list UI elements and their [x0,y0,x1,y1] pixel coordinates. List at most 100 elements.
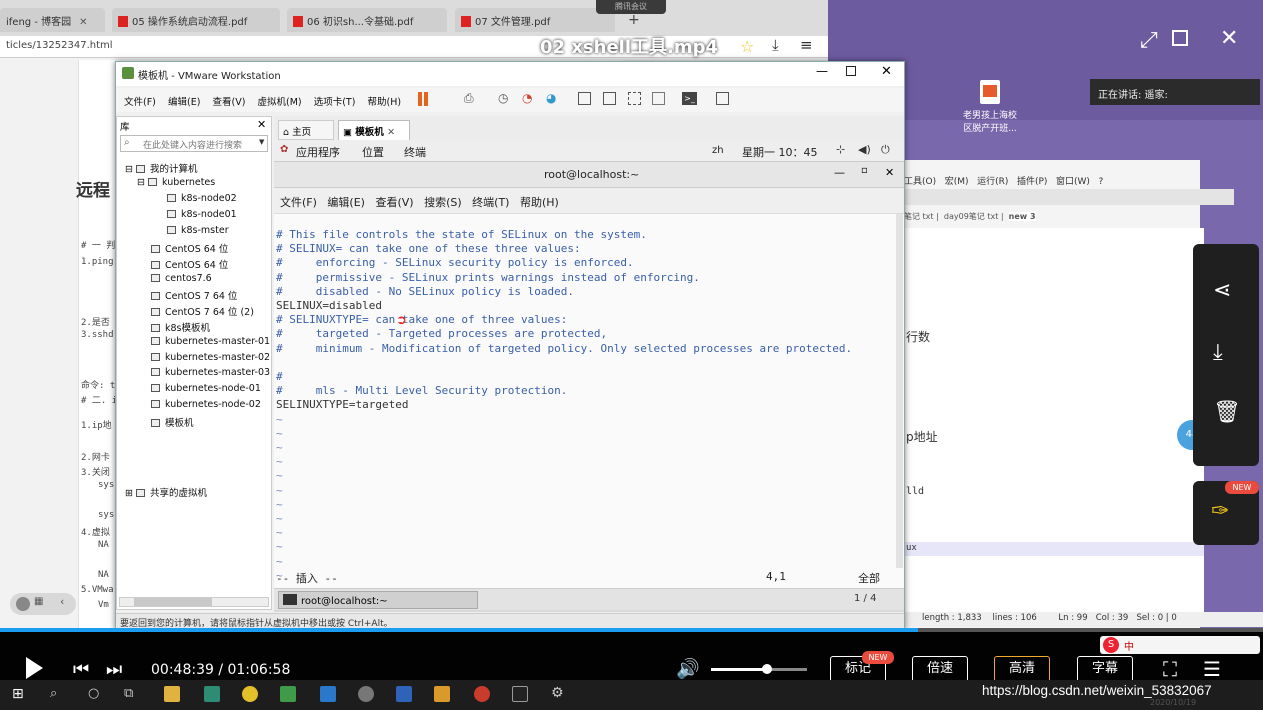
grid-icon[interactable]: ▦ [34,596,43,607]
tree-vm-item[interactable]: kubernetes-node-01 [151,383,261,394]
menu-edit[interactable]: 编辑(E) [168,97,200,108]
pause-icon[interactable] [418,92,422,106]
tree-vm-item[interactable]: k8s-mster [167,225,229,236]
folder-icon[interactable] [434,686,450,702]
editor-tab[interactable]: 笔记 txt [904,212,934,221]
taskbar-item[interactable]: root@localhost:~ [278,591,478,609]
menu-search[interactable]: 搜索(S) [424,196,462,209]
app-icon[interactable] [474,686,490,702]
minimize-icon[interactable]: — [816,64,828,78]
menu-tabs[interactable]: 选项卡(T) [314,97,356,108]
menu-vm[interactable]: 虚拟机(M) [258,97,302,108]
pin-icon[interactable]: ✑ [1211,499,1229,524]
places-menu[interactable]: 位置 [362,144,384,160]
unity-icon[interactable] [652,92,665,105]
task-view-icon[interactable]: ⧉ [124,686,133,701]
snapshot-icon[interactable]: ◷ [498,91,508,105]
minimize-icon[interactable]: — [834,166,845,179]
close-icon[interactable]: ✕ [257,118,266,131]
tree-group[interactable]: ⊟ kubernetes [137,177,215,188]
close-icon[interactable]: ✕ [387,127,395,138]
app-icon[interactable] [358,686,374,702]
tree-vm-item[interactable]: k8s模板机 [151,320,210,334]
chevron-left-icon[interactable]: ‹ [60,595,64,608]
notepad-icon[interactable] [280,686,296,702]
menu-item[interactable]: ? [1099,177,1104,187]
browser-tab[interactable]: ifeng - 博客园 ✕ [0,8,105,32]
terminal-scrollbar[interactable] [896,214,903,568]
download-icon[interactable]: ⤓ [1213,340,1223,365]
app-icon[interactable] [396,686,412,702]
tree-vm-item[interactable]: CentOS 64 位 [151,257,228,271]
send-keys-icon[interactable]: ⎙ [464,91,474,106]
workspace-pager[interactable]: 1 / 4 [854,593,876,604]
tree-vm-item[interactable]: CentOS 64 位 [151,241,228,255]
tree-vm-item[interactable]: 模板机 [151,415,194,429]
menu-item[interactable]: 运行(R) [977,177,1008,187]
menu-help[interactable]: 帮助(H) [368,97,402,108]
close-video-icon[interactable]: ✕ [1220,26,1238,51]
app-icon[interactable] [204,686,220,702]
browser-tab[interactable]: 06 初识sh...令基础.pdf [287,8,447,32]
gear-icon[interactable]: ⚙ [551,685,564,701]
close-icon[interactable]: ✕ [79,17,87,28]
menu-item[interactable]: 工具(O) [904,177,936,187]
browser-tab[interactable]: 05 操作系统启动流程.pdf [112,8,280,32]
chevron-down-icon[interactable]: ▼ [259,138,264,146]
menu-file[interactable]: 文件(F) [280,196,317,209]
menu-item[interactable]: 窗口(W) [1056,177,1090,187]
menu-help[interactable]: 帮助(H) [520,196,559,209]
fullscreen-icon[interactable] [628,92,641,105]
stretch-icon[interactable] [716,92,729,105]
tree-vm-item[interactable]: CentOS 7 64 位 (2) [151,304,254,318]
new-tab-icon[interactable]: + [628,12,640,28]
share-icon[interactable]: ⋖ [1213,278,1231,303]
floating-control[interactable]: ▦ ‹ [10,593,76,615]
tree-root[interactable]: ⊟ 我的计算机 [125,161,198,175]
library-view-icon[interactable] [578,92,591,105]
next-icon[interactable]: ⏭ [106,659,122,680]
clock[interactable]: 星期一 10：45 [742,144,818,160]
menu-view[interactable]: 查看(V) [375,196,413,209]
editor-tab-active[interactable]: new 3 [1008,212,1036,221]
volume-icon[interactable]: 🔊 [676,657,700,680]
power-icon[interactable]: ⏻ [881,143,890,157]
fullscreen-icon[interactable]: ⛶ [1163,657,1177,681]
delete-icon[interactable]: 🗑 [1213,400,1241,425]
maximize-icon[interactable]: ▫ [861,165,868,176]
pip-icon[interactable]: ⤢ [1140,28,1158,53]
file-explorer-icon[interactable] [164,686,180,702]
menu-edit[interactable]: 编辑(E) [327,196,365,209]
thumbnail-icon[interactable] [603,92,616,105]
browser-tab[interactable]: 07 文件管理.pdf [455,8,615,32]
apps-menu[interactable]: 应用程序 [296,144,340,160]
library-search-input[interactable]: ⌕ 在此处键入内容进行搜索 ▼ [120,135,268,152]
volume-icon[interactable]: ◀) [858,143,871,156]
chrome-icon[interactable] [242,686,258,702]
play-icon[interactable] [26,657,43,679]
search-icon[interactable]: ⌕ [50,686,57,701]
tree-vm-item[interactable]: kubernetes-master-02 [151,352,270,363]
tree-vm-item[interactable]: kubernetes-master-01 [151,336,270,347]
subtitle-button[interactable]: 字幕 [1077,656,1133,682]
tab-vm[interactable]: ▣ 模板机 ✕ [338,120,410,140]
library-scrollbar[interactable] [119,597,269,607]
volume-handle[interactable] [762,664,772,674]
tree-shared[interactable]: ⊞ 共享的虚拟机 [125,485,207,499]
maximize-icon[interactable] [1172,30,1188,46]
close-icon[interactable]: ✕ [885,166,894,179]
playlist-icon[interactable]: ☰ [1203,657,1221,681]
desktop-file[interactable]: 老男孩上海校区脱产开班... [960,80,1020,134]
menu-file[interactable]: 文件(F) [124,97,156,108]
menu-view[interactable]: 查看(V) [213,97,246,108]
manage-snapshot-icon[interactable]: ◕ [546,91,556,105]
menu-item[interactable]: 宏(M) [945,177,969,187]
terminal-icon[interactable] [512,686,528,702]
tree-vm-item[interactable]: kubernetes-master-03 [151,367,270,378]
menu-icon[interactable]: ≡ [800,36,813,54]
language-indicator[interactable]: zh [712,145,724,156]
star-icon[interactable]: ☆ [740,37,754,56]
close-icon[interactable]: ✕ [881,64,892,79]
console-icon[interactable]: >_ [682,92,697,105]
tree-vm-item[interactable]: k8s-node02 [167,193,237,204]
